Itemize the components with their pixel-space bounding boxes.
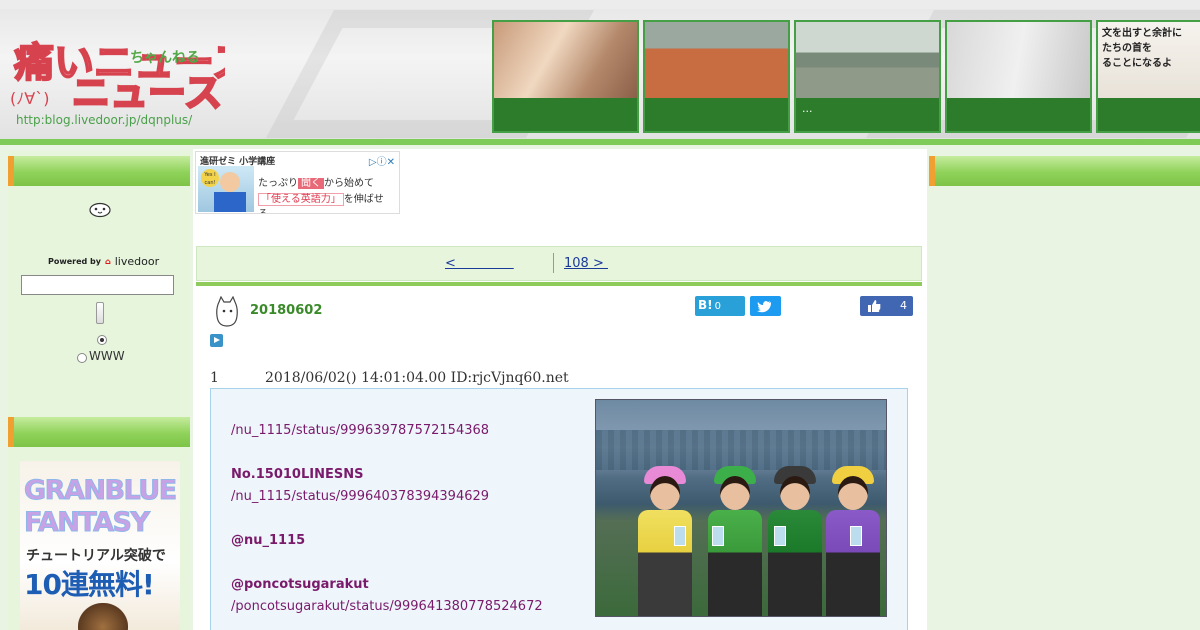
thumbnail-4[interactable] — [945, 20, 1092, 133]
article-pager: < 108 > — [196, 246, 922, 281]
response-text: @poncotsugarakut — [231, 577, 369, 592]
thumbnail-overlay-text: 文を出すと余計に — [1102, 28, 1182, 39]
response-meta: 2018/06/02() 14:01:04.00 ID:rjcVjnq60.ne… — [265, 370, 569, 386]
response-text: No.15010LINESNS — [231, 467, 364, 482]
thumbnail-image — [947, 22, 1090, 98]
ad-info-icon[interactable]: ▷ⓘ✕ — [369, 153, 395, 168]
thumbnail-2[interactable] — [643, 20, 790, 133]
photo-person — [764, 466, 826, 616]
thumbs-up-icon — [868, 300, 881, 312]
response-link[interactable]: /poncotsugarakut/status/9996413807785246… — [231, 599, 543, 614]
livedoor-brand: livedoor — [114, 255, 160, 268]
photo-stadium-stands — [596, 430, 886, 470]
face-icon — [89, 202, 111, 218]
thumbnail-image: 文を出すと余計に たちの首を ることになるよ — [1098, 22, 1200, 98]
ad-banner[interactable]: 進研ゼミ 小学講座 ▷ⓘ✕ Yes I can! たっぷり 聞く から始めて 「使え… — [195, 151, 400, 214]
sidebar-section-header — [8, 417, 190, 447]
thumbnail-caption: ... — [802, 102, 813, 115]
thumbnail-overlay-text: たちの首を — [1102, 43, 1152, 54]
banner-offer: 10連無料! — [24, 568, 155, 601]
thumbnail-5[interactable]: 文を出すと余計に たちの首を ることになるよ — [1096, 20, 1200, 133]
like-count: 4 — [900, 299, 907, 312]
twitter-share-button[interactable] — [750, 296, 781, 316]
powered-by-livedoor: Powered by ⌂ livedoor — [48, 255, 159, 268]
banner-subtitle: チュートリアル突破で — [26, 548, 166, 564]
ad-line1: たっぷり 聞く から始めて — [258, 178, 374, 189]
play-icon[interactable] — [210, 334, 223, 347]
logo-graphic: 痛いニュース ちゃんねる ニュース (ﾉ∀`) http:blog.livedo… — [10, 39, 253, 127]
thumbnail-image — [645, 22, 788, 98]
www-radio-label: WWW — [89, 349, 125, 363]
header-bottom-strip — [0, 139, 1200, 145]
response-number: 1 — [210, 370, 219, 386]
right-sidebar-header — [929, 156, 1200, 186]
svg-text:ちゃんねる: ちゃんねる — [130, 50, 200, 66]
banner-title-line2: FANTASY — [24, 507, 151, 539]
powered-by-label: Powered by — [48, 257, 101, 266]
ad-image: Yes I can! — [198, 166, 254, 212]
response-link[interactable]: /nu_1115/status/999639787572154368 — [231, 423, 489, 438]
granblue-banner[interactable]: GRANBLUE FANTASY チュートリアル突破で 10連無料! — [20, 461, 180, 630]
right-sidebar — [929, 186, 1200, 630]
photo-person — [822, 466, 884, 616]
livedoor-logo-icon: ⌂ — [105, 257, 111, 266]
twitter-bird-icon — [757, 301, 771, 313]
banner-title-line1: GRANBLUE — [24, 475, 178, 507]
response-text: @nu_1115 — [231, 533, 306, 548]
thumbnail-overlay-text: ることになるよ — [1102, 58, 1172, 69]
hatena-bookmark-button[interactable]: B! 0 — [695, 296, 745, 316]
header-top-strip — [0, 0, 1200, 9]
ad-line2: 「使える英語力」を伸ばせる。 — [258, 190, 399, 213]
facebook-like-button[interactable]: 4 — [860, 296, 913, 316]
logo-news-text: ニュース — [72, 71, 222, 115]
response-link[interactable]: /nu_1115/status/999640378394394629 — [231, 489, 489, 504]
post-title[interactable]: 20180602 — [250, 303, 322, 318]
article-divider — [196, 282, 922, 286]
search-input[interactable] — [21, 275, 174, 295]
left-sidebar: Powered by ⌂ livedoor WWW GRANBLUE FANTA… — [8, 151, 190, 630]
thumbnail-image — [796, 22, 939, 98]
post-category-icon — [216, 296, 238, 327]
hatena-count: 0 — [714, 301, 721, 312]
pager-divider — [553, 253, 554, 273]
banner-character-image — [78, 603, 128, 630]
hatena-icon: B! — [698, 298, 713, 312]
photo-person — [634, 466, 696, 616]
thumbnail-1[interactable] — [492, 20, 639, 133]
search-scope-blog-radio[interactable] — [97, 335, 107, 345]
response-photo[interactable] — [595, 399, 887, 617]
search-button[interactable] — [96, 302, 104, 324]
thumbnail-3[interactable]: ... — [794, 20, 941, 133]
svg-text:http:blog.livedoor.jp/dqnplus/: http:blog.livedoor.jp/dqnplus/ — [16, 113, 193, 127]
ad-badge: Yes I can! — [201, 169, 219, 187]
site-header: 痛いニュース ちゃんねる ニュース (ﾉ∀`) http:blog.livedo… — [0, 0, 1200, 145]
svg-text:(ﾉ∀`): (ﾉ∀`) — [10, 89, 49, 108]
thumbnail-image — [494, 22, 637, 98]
prev-article-link[interactable]: < — [445, 256, 514, 271]
site-logo[interactable]: 痛いニュース ちゃんねる ニュース (ﾉ∀`) http:blog.livedo… — [10, 26, 253, 128]
sidebar-section-header — [8, 156, 190, 186]
search-scope-www-radio[interactable] — [77, 353, 87, 363]
next-article-link[interactable]: 108 > — [564, 256, 608, 271]
photo-person — [704, 466, 766, 616]
